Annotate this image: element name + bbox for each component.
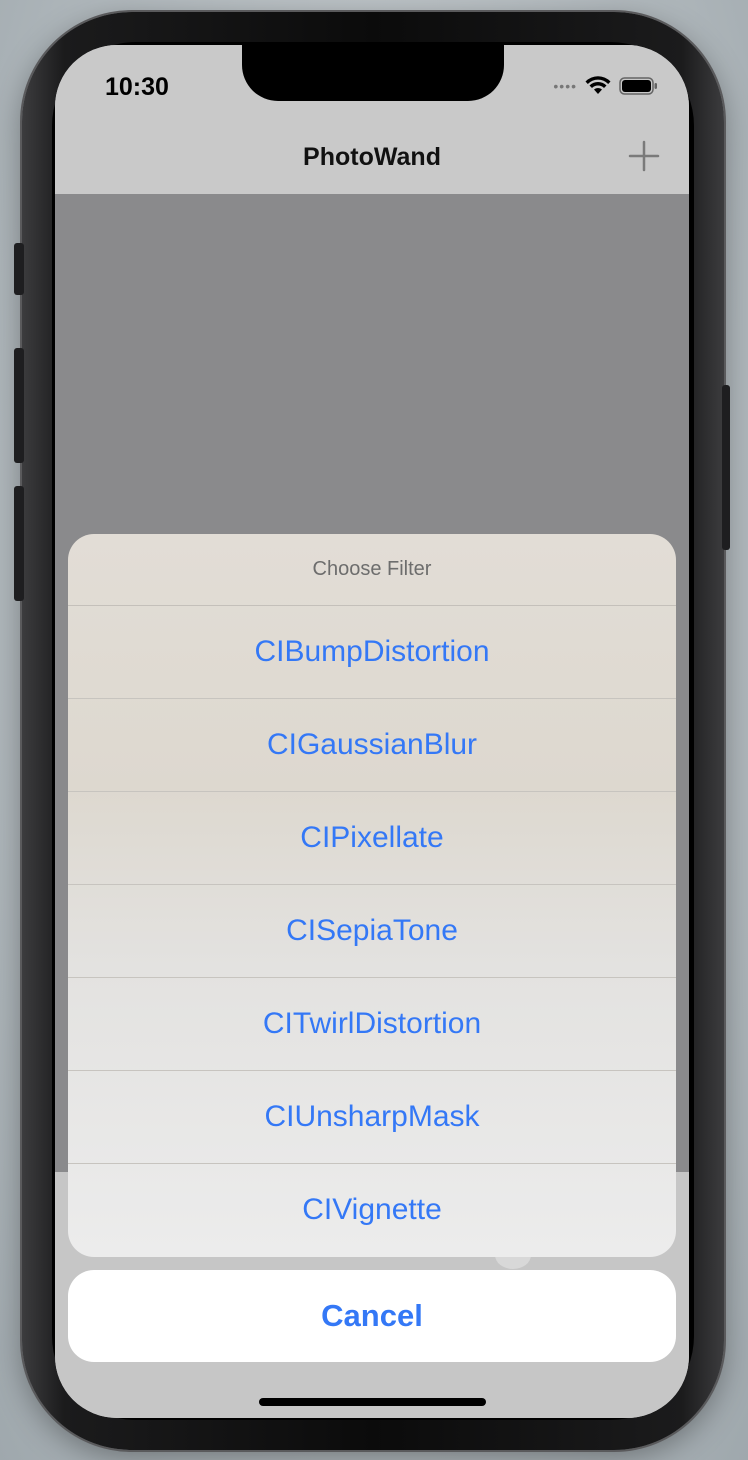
action-sheet-title: Choose Filter <box>68 534 676 606</box>
battery-icon <box>619 77 657 95</box>
filter-option-twirl-distortion[interactable]: CITwirlDistortion <box>68 978 676 1071</box>
filter-option-gaussian-blur[interactable]: CIGaussianBlur <box>68 699 676 792</box>
filter-option-unsharp-mask[interactable]: CIUnsharpMask <box>68 1071 676 1164</box>
signal-dots-icon: •••• <box>553 78 577 94</box>
filter-option-sepia-tone[interactable]: CISepiaTone <box>68 885 676 978</box>
wifi-icon <box>585 76 611 94</box>
silent-switch <box>14 243 24 295</box>
plus-icon[interactable] <box>627 139 661 173</box>
status-icons: •••• <box>553 73 659 99</box>
filter-option-bump-distortion[interactable]: CIBumpDistortion <box>68 606 676 699</box>
action-sheet: Choose Filter CIBumpDistortion CIGaussia… <box>68 534 676 1257</box>
volume-up-button <box>14 348 24 463</box>
filter-option-pixellate[interactable]: CIPixellate <box>68 792 676 885</box>
volume-down-button <box>14 486 24 601</box>
status-time: 10:30 <box>105 73 169 101</box>
home-indicator[interactable] <box>259 1398 486 1406</box>
page-title: PhotoWand <box>303 143 441 171</box>
power-button <box>722 385 730 550</box>
filter-option-vignette[interactable]: CIVignette <box>68 1164 676 1256</box>
cancel-button[interactable]: Cancel <box>68 1270 676 1362</box>
screen: PhotoWand 10:30 •••• Choose Filter CIBum… <box>55 45 689 1418</box>
notch <box>242 45 504 101</box>
